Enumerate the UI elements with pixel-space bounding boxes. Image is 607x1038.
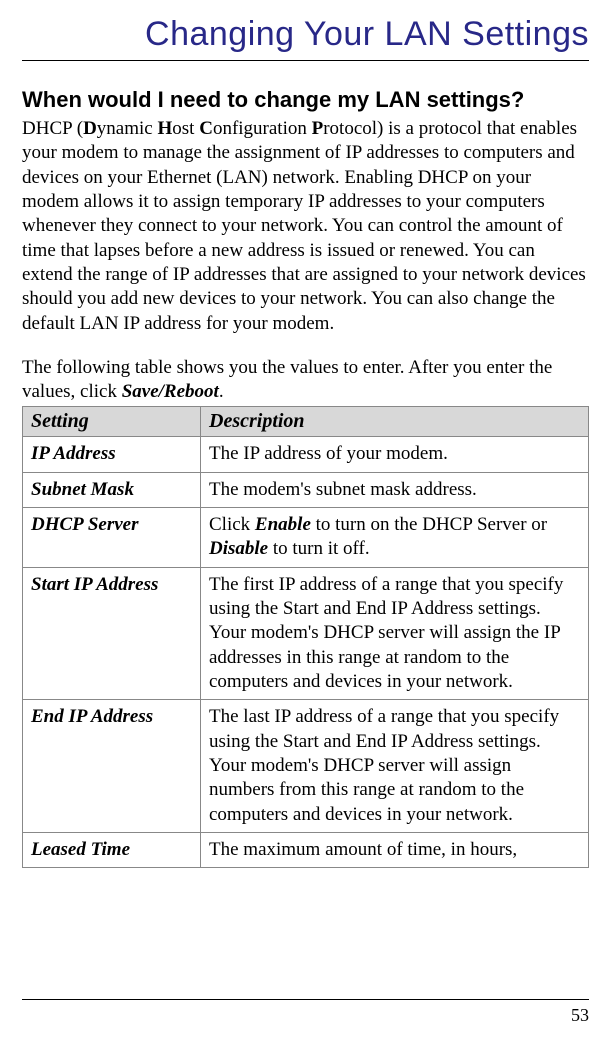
- setting-description: The maximum amount of time, in hours,: [201, 832, 589, 867]
- setting-description: The last IP address of a range that you …: [201, 700, 589, 833]
- table-row: Subnet Mask The modem's subnet mask addr…: [23, 472, 589, 507]
- text: onfiguration: [213, 118, 312, 139]
- setting-name: Start IP Address: [23, 567, 201, 700]
- text: to turn it off.: [268, 538, 370, 559]
- bold-h: H: [157, 118, 172, 139]
- save-reboot-label: Save/Reboot: [122, 381, 219, 402]
- text: ynamic: [97, 118, 158, 139]
- setting-name: Subnet Mask: [23, 472, 201, 507]
- bold-p: P: [312, 118, 324, 139]
- setting-description: The IP address of your modem.: [201, 437, 589, 472]
- text: The maximum amount of time, in hours,: [209, 839, 517, 860]
- table-row: Start IP Address The first IP address of…: [23, 567, 589, 700]
- text: to turn on the DHCP Server or: [311, 514, 547, 535]
- text: The following table shows you the values…: [22, 357, 552, 402]
- setting-description: Click Enable to turn on the DHCP Server …: [201, 508, 589, 568]
- setting-description: The modem's subnet mask address.: [201, 472, 589, 507]
- settings-table: Setting Description IP Address The IP ad…: [22, 406, 589, 868]
- text: The first IP address of a range that you…: [209, 574, 563, 692]
- table-header-row: Setting Description: [23, 407, 589, 437]
- table-row: IP Address The IP address of your modem.: [23, 437, 589, 472]
- text: Disable: [209, 538, 268, 559]
- setting-name: DHCP Server: [23, 508, 201, 568]
- setting-description: The first IP address of a range that you…: [201, 567, 589, 700]
- text: .: [219, 381, 224, 402]
- text: DHCP (: [22, 118, 83, 139]
- text: rotocol) is a protocol that enables your…: [22, 118, 586, 334]
- intro-paragraph-1: DHCP (Dynamic Host Configuration Protoco…: [22, 117, 589, 336]
- text: The modem's subnet mask address.: [209, 479, 477, 500]
- page-number: 53: [571, 1005, 589, 1026]
- footer-rule: [22, 999, 589, 1000]
- table-row: DHCP Server Click Enable to turn on the …: [23, 508, 589, 568]
- section-heading: When would I need to change my LAN setti…: [22, 87, 589, 113]
- setting-name: End IP Address: [23, 700, 201, 833]
- bold-d: D: [83, 118, 97, 139]
- text: The IP address of your modem.: [209, 443, 448, 464]
- setting-name: IP Address: [23, 437, 201, 472]
- table-row: Leased Time The maximum amount of time, …: [23, 832, 589, 867]
- column-header-description: Description: [201, 407, 589, 437]
- text: Enable: [255, 514, 311, 535]
- bold-c: C: [199, 118, 213, 139]
- column-header-setting: Setting: [23, 407, 201, 437]
- page-title: Changing Your LAN Settings: [22, 15, 589, 61]
- text: Click: [209, 514, 255, 535]
- intro-paragraph-2: The following table shows you the values…: [22, 356, 589, 405]
- text: The last IP address of a range that you …: [209, 706, 559, 824]
- table-row: End IP Address The last IP address of a …: [23, 700, 589, 833]
- text: ost: [172, 118, 199, 139]
- setting-name: Leased Time: [23, 832, 201, 867]
